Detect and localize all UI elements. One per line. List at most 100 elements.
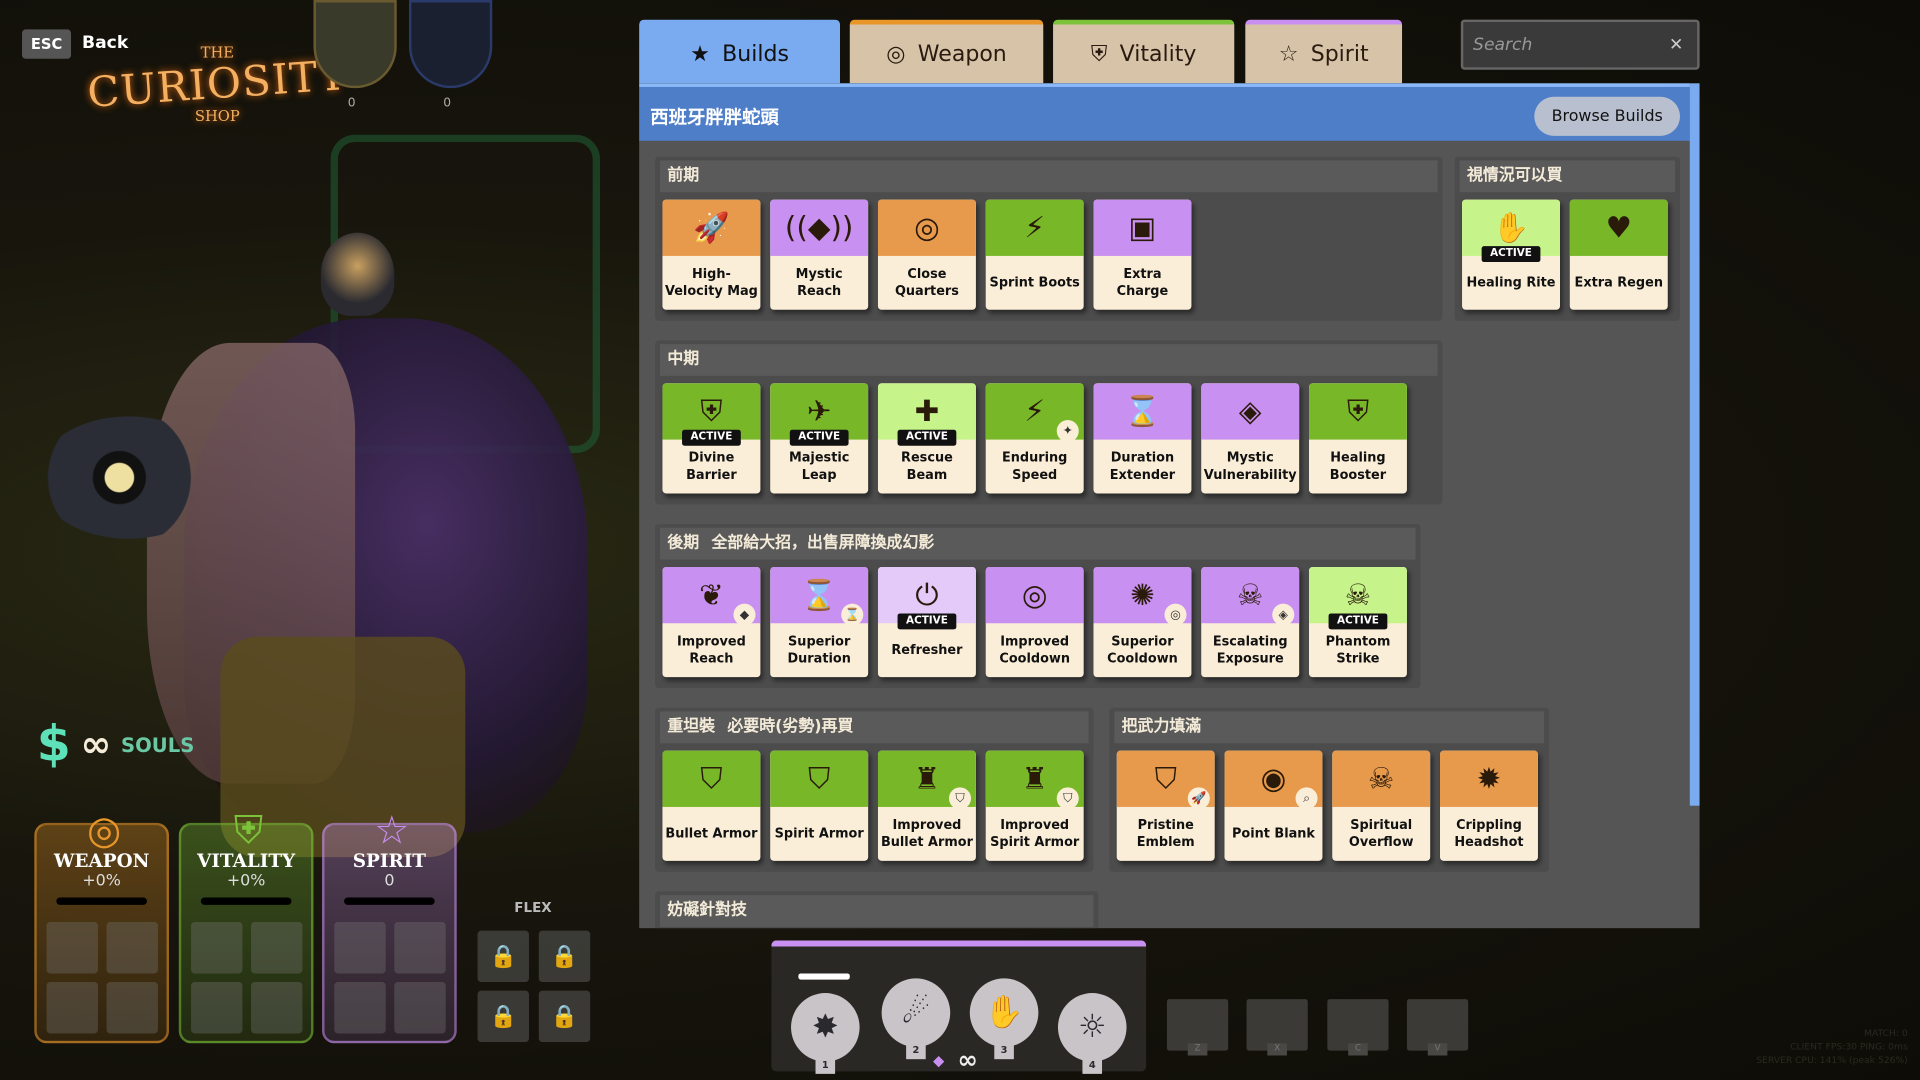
item-name: Extra Regen <box>1574 275 1663 291</box>
active-badge: ACTIVE <box>1481 246 1541 263</box>
item-slot[interactable] <box>45 982 98 1034</box>
section-2: 視情況可以買 ✋ ACTIVE Healing Rite ♥ Extra Regen <box>1454 156 1681 321</box>
item-name: Divine Barrier <box>686 450 737 483</box>
active-badge: ACTIVE <box>789 429 849 446</box>
portrait-count: 0 <box>443 96 452 111</box>
item-card[interactable]: ◎ Improved Cooldown <box>985 566 1084 678</box>
item-card[interactable]: ✈ ACTIVE Majestic Leap <box>770 383 869 494</box>
item-card[interactable]: ✹ Crippling Headshot <box>1440 750 1538 861</box>
search-input[interactable] <box>1473 34 1669 55</box>
item-name: Superior Cooldown <box>1107 634 1178 667</box>
item-card[interactable]: ⛉ Spirit Armor <box>770 750 869 861</box>
section-title: 重坦裝 <box>667 717 716 736</box>
tab-weapon[interactable]: ◎ Weapon <box>849 19 1044 84</box>
item-slot[interactable] <box>250 982 302 1034</box>
tab-label: Weapon <box>917 41 1007 67</box>
item-slot[interactable] <box>250 922 302 974</box>
item-slot[interactable] <box>105 982 158 1034</box>
item-slots <box>181 922 311 1034</box>
item-card[interactable]: ⛉ 🚀 Pristine Emblem <box>1116 750 1215 861</box>
item-card[interactable]: ⛉ Bullet Armor <box>662 750 761 861</box>
mystic-vulnerability-icon: ◈ <box>1238 394 1262 429</box>
item-slot[interactable] <box>105 922 158 974</box>
tab-spirit[interactable]: ☆ Spirit <box>1245 19 1403 84</box>
ability-1[interactable]: ✸ 1 <box>791 993 860 1074</box>
item-slot[interactable] <box>190 982 242 1034</box>
section-4: 後期 全部給大招，出售屏障換成幻影 ❦ ◆ Improved Reach ⌛ ⌛ Superi… <box>655 524 1421 689</box>
section-header: 妨礙針對技 <box>660 895 1094 927</box>
active-badge: ACTIVE <box>1328 613 1388 630</box>
item-card[interactable]: ✺ ◎ Superior Cooldown <box>1093 566 1192 678</box>
item-card[interactable]: ((◆)) Mystic Reach <box>770 199 869 310</box>
item-slot[interactable] <box>45 922 98 974</box>
item-card[interactable]: ◉ ⌕ Point Blank <box>1224 750 1323 861</box>
item-card[interactable]: 🚀 High-Velocity Mag <box>662 199 761 310</box>
item-card[interactable]: ⏻ ACTIVE Refresher <box>877 566 976 678</box>
hotkey-slot-c[interactable]: C <box>1327 999 1389 1056</box>
browse-builds-button[interactable]: Browse Builds <box>1534 96 1681 136</box>
item-icon-area: ⌛ ⌛ <box>770 566 869 626</box>
item-slot[interactable] <box>393 982 446 1034</box>
item-card[interactable]: ☠ ACTIVE Phantom Strike <box>1308 566 1407 678</box>
upgrade-badge-icon: ✦ <box>1056 420 1079 443</box>
infinity-icon: ∞ <box>80 723 112 766</box>
ability-2[interactable]: ☄ 2 <box>881 978 951 1060</box>
hotkey-slot-x[interactable]: X <box>1246 999 1308 1056</box>
lock-icon: 🔒 <box>538 930 591 983</box>
ability-4[interactable]: ☼ 4 <box>1057 993 1127 1074</box>
item-card[interactable]: ☠ Spiritual Overflow <box>1332 750 1431 861</box>
stat-progress-bar <box>56 897 147 905</box>
section-header: 重坦裝 必要時(劣勢)再買 <box>660 711 1089 744</box>
hero-model-head <box>320 232 395 316</box>
item-card[interactable]: ▣ Extra Charge <box>1093 199 1192 310</box>
item-card[interactable]: ✋ ACTIVE Healing Rite <box>1462 199 1561 310</box>
item-card[interactable]: ⚡ Sprint Boots <box>985 199 1084 310</box>
item-card[interactable]: ⌛ Duration Extender <box>1093 383 1192 494</box>
item-slot[interactable] <box>333 922 386 974</box>
item-card[interactable]: ⛨ ACTIVE Divine Barrier <box>662 383 761 494</box>
item-card[interactable]: ♜ ⛉ Improved Spirit Armor <box>985 750 1084 861</box>
ability-3[interactable]: ✋ 3 <box>969 978 1039 1060</box>
item-card[interactable]: ⚡ ✦ Enduring Speed <box>985 383 1084 494</box>
item-slot[interactable] <box>333 982 386 1034</box>
hero-portrait[interactable]: 0 <box>408 0 493 110</box>
scrollbar[interactable] <box>1689 83 1700 806</box>
tab-label: Spirit <box>1310 41 1369 67</box>
tab-vitality[interactable]: ⛨ Vitality <box>1053 19 1235 84</box>
item-icon-area: ✹ <box>1440 750 1538 807</box>
upgrade-badge-icon: ⌛ <box>841 603 864 626</box>
item-slot[interactable] <box>190 922 242 974</box>
net-stat-line: CLIENT FPS:30 PING: 0ms <box>1790 1040 1908 1052</box>
item-name: Mystic Reach <box>795 266 843 299</box>
item-card[interactable]: ◈ Mystic Vulnerability <box>1201 383 1300 494</box>
item-card[interactable]: ♥ Extra Regen <box>1569 199 1668 310</box>
item-card[interactable]: ❦ ◆ Improved Reach <box>662 566 761 678</box>
item-card[interactable]: ◎ Close Quarters <box>877 199 976 310</box>
item-card[interactable]: ☠ ◈ Escalating Exposure <box>1201 566 1300 678</box>
clear-search-icon[interactable]: ✕ <box>1669 35 1683 55</box>
item-slot[interactable] <box>393 922 446 974</box>
search-box[interactable]: ✕ <box>1460 19 1700 70</box>
tab-builds[interactable]: ★ Builds <box>639 19 841 84</box>
hero-portrait[interactable]: 0 <box>313 0 397 110</box>
stat-progress-bar <box>200 897 292 905</box>
esc-key-hint[interactable]: ESC <box>22 29 72 59</box>
hotkey-slot-v[interactable]: V <box>1406 999 1469 1056</box>
item-card[interactable]: ♜ ⛉ Improved Bullet Armor <box>877 750 976 861</box>
item-name: Rescue Beam <box>901 450 953 483</box>
superior-duration-icon: ⌛ <box>800 577 838 613</box>
item-name: Duration Extender <box>1109 450 1176 483</box>
build-title: 西班牙胖胖蛇頭 <box>650 106 779 129</box>
section-title: 把武力填滿 <box>1121 717 1202 736</box>
item-card[interactable]: ✚ ACTIVE Rescue Beam <box>877 383 976 494</box>
healing-rite-icon: ✋ <box>1492 210 1530 245</box>
item-icon-area: ♥ <box>1569 199 1668 256</box>
item-card[interactable]: ⌛ ⌛ Superior Duration <box>770 566 869 678</box>
point-blank-icon: ◉ <box>1260 761 1287 796</box>
vitality-icon: ⛨ <box>233 806 264 854</box>
item-card[interactable]: ⛨ Healing Booster <box>1308 383 1407 494</box>
item-list: 🚀 High-Velocity Mag ((◆)) Mystic Reach ◎ Clos… <box>662 199 1435 310</box>
hotkey-slot-z[interactable]: Z <box>1166 999 1229 1056</box>
item-icon-area: ♜ ⛉ <box>877 750 976 810</box>
improved-bullet-armor-icon: ♜ <box>913 761 941 796</box>
